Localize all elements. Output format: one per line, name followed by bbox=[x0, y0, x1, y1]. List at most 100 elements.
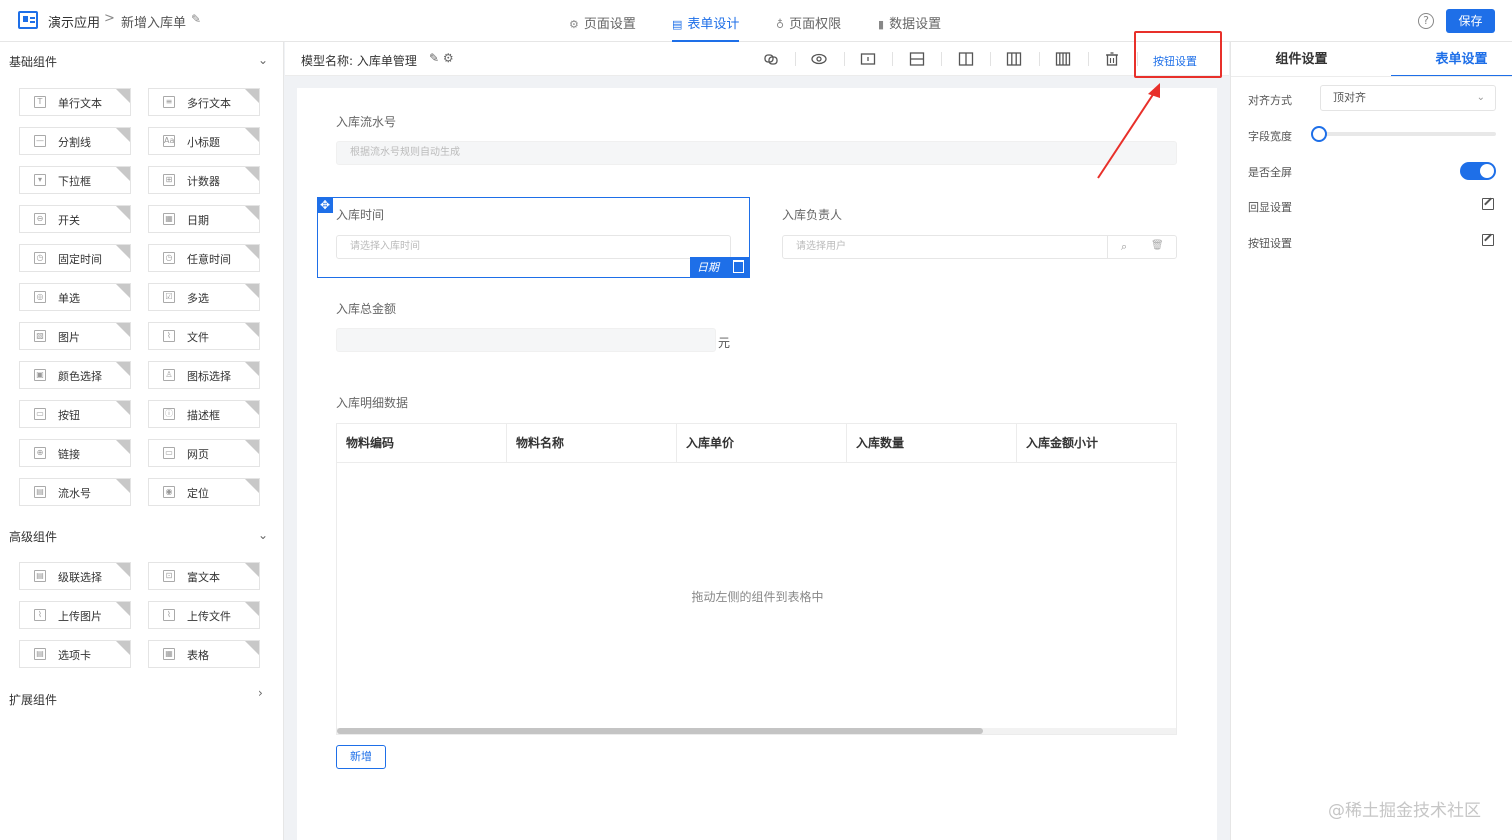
component-item[interactable]: ▾ 下拉框 bbox=[19, 166, 131, 194]
component-item[interactable]: — 分割线 bbox=[19, 127, 131, 155]
component-item[interactable]: ◉ 定位 bbox=[148, 478, 260, 506]
section-title-extension[interactable]: 扩展组件 bbox=[9, 691, 57, 708]
chevron-down-icon[interactable]: ⌄ bbox=[258, 528, 268, 542]
app-name[interactable]: 演示应用 bbox=[48, 12, 100, 31]
preview-eye-icon[interactable] bbox=[811, 51, 827, 67]
add-row-button[interactable]: 新增 bbox=[336, 745, 386, 769]
component-item[interactable]: ⓘ 描述框 bbox=[148, 400, 260, 428]
serial-number-label: 入库流水号 bbox=[336, 115, 397, 129]
align-select[interactable]: 顶对齐 ⌄ bbox=[1320, 85, 1496, 111]
model-settings-gear-icon[interactable]: ⚙ bbox=[443, 51, 454, 65]
four-column-layout-icon[interactable] bbox=[1055, 51, 1071, 67]
button-settings-label: 按钮设置 bbox=[1248, 237, 1292, 250]
table-header-cell[interactable]: 入库数量 bbox=[847, 424, 1017, 463]
table-header-cell[interactable]: 入库金额小计 bbox=[1017, 424, 1176, 463]
component-item[interactable]: ♙ 图标选择 bbox=[148, 361, 260, 389]
component-item[interactable]: ⊕ 链接 bbox=[19, 439, 131, 467]
clear-user-icon[interactable]: 🗑 bbox=[1151, 240, 1164, 251]
help-icon[interactable]: ? bbox=[1418, 13, 1434, 29]
component-item[interactable]: T 单行文本 bbox=[19, 88, 131, 116]
align-label: 对齐方式 bbox=[1248, 94, 1292, 107]
serial-number-input[interactable]: 根据流水号规则自动生成 bbox=[336, 141, 1177, 165]
trash-icon[interactable] bbox=[1104, 51, 1120, 67]
total-amount-input[interactable] bbox=[336, 328, 716, 352]
link-icon[interactable] bbox=[763, 51, 779, 67]
component-item[interactable]: Aa 小标题 bbox=[148, 127, 260, 155]
move-handle-icon[interactable]: ✥ bbox=[317, 197, 333, 213]
section-title-advanced[interactable]: 高级组件 bbox=[9, 528, 57, 545]
component-item[interactable]: ☑ 多选 bbox=[148, 283, 260, 311]
edit-title-icon[interactable]: ✎ bbox=[191, 12, 201, 26]
one-column-layout-icon[interactable] bbox=[860, 51, 876, 67]
detail-table[interactable]: 物料编码 物料名称 入库单价 入库数量 入库金额小计 拖动左侧的组件到表格中 bbox=[336, 423, 1177, 735]
chevron-down-icon[interactable]: ⌄ bbox=[258, 53, 268, 67]
inbound-time-input[interactable]: 请选择入库时间 bbox=[336, 235, 731, 259]
tab-label: 页面权限 bbox=[789, 17, 842, 32]
component-item[interactable]: ▭ 按钮 bbox=[19, 400, 131, 428]
component-type-icon: ▦ bbox=[163, 648, 175, 660]
tab-component-settings[interactable]: 组件设置 bbox=[1231, 42, 1372, 77]
three-column-layout-icon[interactable] bbox=[1006, 51, 1022, 67]
search-icon[interactable]: ⌕ bbox=[1121, 240, 1127, 254]
component-type-icon: ☑ bbox=[163, 291, 175, 303]
table-header-cell[interactable]: 物料编码 bbox=[337, 424, 507, 463]
tab-page-permissions[interactable]: ♁ 页面权限 bbox=[776, 13, 841, 42]
component-palette: 基础组件 ⌄ T 单行文本 ≡ 多行文本 — 分割线 Aa 小标题 ▾ 下拉框 ⊞ 计数器 ⊖ 开关 ▦ 日期… bbox=[0, 42, 284, 840]
edit-model-icon[interactable]: ✎ bbox=[429, 51, 439, 65]
component-item[interactable]: ⊡ 富文本 bbox=[148, 562, 260, 590]
component-label: 按钮 bbox=[58, 409, 80, 422]
tab-form-settings[interactable]: 表单设置 bbox=[1391, 42, 1512, 77]
component-item[interactable]: ▤ 流水号 bbox=[19, 478, 131, 506]
table-header-cell[interactable]: 物料名称 bbox=[507, 424, 677, 463]
field-width-slider[interactable] bbox=[1320, 132, 1496, 136]
component-item[interactable]: ▦ 表格 bbox=[148, 640, 260, 668]
component-item[interactable]: ▤ 选项卡 bbox=[19, 640, 131, 668]
component-item[interactable]: ▣ 颜色选择 bbox=[19, 361, 131, 389]
component-type-icon: — bbox=[34, 135, 46, 147]
drag-corner-icon bbox=[116, 89, 130, 103]
component-item[interactable]: ⌇ 上传图片 bbox=[19, 601, 131, 629]
component-item[interactable]: ◷ 固定时间 bbox=[19, 244, 131, 272]
component-type-icon: ▭ bbox=[163, 447, 175, 459]
annotation-arrow-icon bbox=[1097, 83, 1160, 179]
component-item[interactable]: ◷ 任意时间 bbox=[148, 244, 260, 272]
component-item[interactable]: ⊖ 开关 bbox=[19, 205, 131, 233]
component-item[interactable]: ⌇ 上传文件 bbox=[148, 601, 260, 629]
tab-form-design[interactable]: ▤ 表单设计 bbox=[672, 13, 740, 42]
component-item[interactable]: ⊞ 计数器 bbox=[148, 166, 260, 194]
drag-corner-icon bbox=[245, 440, 259, 454]
row-layout-icon[interactable] bbox=[909, 51, 925, 67]
scrollbar-thumb[interactable] bbox=[337, 728, 983, 734]
component-item[interactable]: ▦ 日期 bbox=[148, 205, 260, 233]
currency-unit: 元 bbox=[718, 336, 731, 350]
component-item[interactable]: ◎ 单选 bbox=[19, 283, 131, 311]
key-icon: ♁ bbox=[776, 18, 785, 31]
component-item[interactable]: ▤ 级联选择 bbox=[19, 562, 131, 590]
tab-data-settings[interactable]: ▮ 数据设置 bbox=[878, 13, 941, 42]
drag-corner-icon bbox=[116, 128, 130, 142]
drag-corner-icon bbox=[245, 563, 259, 577]
edit-button-icon[interactable] bbox=[1482, 234, 1494, 246]
chevron-right-icon[interactable]: › bbox=[258, 686, 263, 700]
table-header-cell[interactable]: 入库单价 bbox=[677, 424, 847, 463]
component-item[interactable]: ≡ 多行文本 bbox=[148, 88, 260, 116]
slider-handle[interactable] bbox=[1311, 126, 1327, 142]
component-label: 富文本 bbox=[187, 571, 220, 584]
component-label: 流水号 bbox=[58, 487, 91, 500]
tab-page-settings[interactable]: ⚙ 页面设置 bbox=[569, 13, 636, 42]
detail-data-label: 入库明细数据 bbox=[336, 396, 409, 410]
component-item[interactable]: ▧ 图片 bbox=[19, 322, 131, 350]
two-column-layout-icon[interactable] bbox=[958, 51, 974, 67]
save-button[interactable]: 保存 bbox=[1446, 9, 1495, 33]
edit-echo-icon[interactable] bbox=[1482, 198, 1494, 210]
component-item[interactable]: ⌇ 文件 bbox=[148, 322, 260, 350]
component-item[interactable]: ▭ 网页 bbox=[148, 439, 260, 467]
component-label: 单选 bbox=[58, 292, 80, 305]
delete-field-icon[interactable] bbox=[733, 260, 744, 273]
component-label: 下拉框 bbox=[58, 175, 91, 188]
component-type-icon: ♙ bbox=[163, 369, 175, 381]
fullscreen-toggle[interactable] bbox=[1460, 162, 1496, 180]
component-label: 任意时间 bbox=[187, 253, 231, 266]
section-title-basic[interactable]: 基础组件 bbox=[9, 53, 57, 70]
drag-corner-icon bbox=[116, 563, 130, 577]
